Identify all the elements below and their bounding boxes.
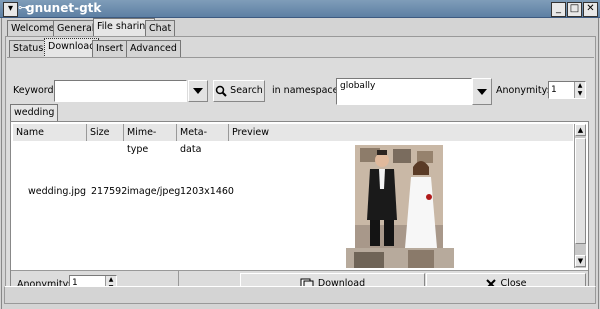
tab-status[interactable]: Status <box>9 40 48 57</box>
title-bar: ▾ ⊶ gnunet-gtk _ □ ✕ <box>0 0 600 18</box>
column-name[interactable]: Name <box>13 124 87 141</box>
spin-up-icon[interactable]: ▲ <box>575 82 585 90</box>
column-mime-type[interactable]: Mime-type <box>124 124 177 155</box>
close-window-button[interactable]: ✕ <box>583 2 598 17</box>
namespace-dropdown-button[interactable] <box>472 78 492 105</box>
window-title: gnunet-gtk <box>26 1 102 15</box>
keyword-label: Keyword: <box>13 85 57 96</box>
tab-chat[interactable]: Chat <box>145 20 176 37</box>
scroll-down-icon[interactable]: ▼ <box>575 255 586 267</box>
tab-insert[interactable]: Insert <box>92 40 128 57</box>
keyword-dropdown-button[interactable] <box>188 80 208 102</box>
scroll-up-icon[interactable]: ▲ <box>575 124 586 136</box>
status-bar <box>4 286 596 304</box>
chevron-down-icon <box>193 88 203 94</box>
results-area: Name Size Mime-type Meta-data Preview we… <box>10 121 589 298</box>
tab-label: Status <box>13 43 44 54</box>
tab-label: File sharing <box>97 21 152 32</box>
window-menu-icon[interactable]: ▾ <box>3 2 18 17</box>
results-table: Name Size Mime-type Meta-data Preview we… <box>13 124 573 268</box>
scroll-thumb[interactable] <box>575 138 586 244</box>
spin-down-icon[interactable]: ▼ <box>575 90 585 98</box>
anonymity-spin[interactable]: 1 ▲ ▼ <box>548 81 586 99</box>
tab-label: Download <box>48 41 96 52</box>
window-body: Welcome General File sharing Chat Status… <box>1 18 599 309</box>
column-meta-data[interactable]: Meta-data <box>177 124 229 155</box>
tab-label: Welcome <box>11 23 55 34</box>
anonymity-value: 1 <box>551 85 557 95</box>
minimize-button[interactable]: _ <box>551 2 566 17</box>
namespace-value: globally <box>340 81 376 91</box>
search-button[interactable]: Search <box>213 80 265 102</box>
results-scrollbar[interactable]: ▲ ▼ <box>574 124 586 268</box>
column-size[interactable]: Size <box>87 124 124 141</box>
preview-thumbnail <box>355 145 443 248</box>
table-row[interactable]: wedding.jpg 217592 image/jpeg 1203x1460 <box>13 141 573 268</box>
namespace-combo[interactable]: globally <box>336 78 472 105</box>
cell-name: wedding.jpg <box>28 186 87 197</box>
tab-label: wedding <box>14 107 55 118</box>
cell-mime: image/jpeg <box>127 186 181 197</box>
anonymity-spin-arrows[interactable]: ▲ ▼ <box>574 82 585 98</box>
tab-result-wedding[interactable]: wedding <box>10 104 59 121</box>
spin-up-icon[interactable]: ▲ <box>106 276 116 284</box>
table-header: Name Size Mime-type Meta-data Preview <box>13 124 573 155</box>
anonymity-label: Anonymity: <box>496 85 550 96</box>
maximize-button[interactable]: □ <box>567 2 582 17</box>
tab-general[interactable]: General <box>53 20 99 37</box>
tab-label: Advanced <box>130 43 177 54</box>
cell-size: 217592 <box>91 186 128 197</box>
search-icon <box>215 85 227 97</box>
column-preview[interactable]: Preview <box>229 124 573 141</box>
tab-download[interactable]: Download <box>44 38 100 58</box>
namespace-label: in namespace <box>272 85 339 96</box>
search-label: Search <box>230 85 263 96</box>
download-page: Keyword: Search in namespace globally An… <box>7 57 594 299</box>
tab-label: Insert <box>96 43 124 54</box>
chevron-down-icon <box>477 89 487 95</box>
file-sharing-panel: Status Download Insert Advanced Keyword:… <box>5 36 596 300</box>
keyword-input[interactable] <box>54 80 187 102</box>
tab-welcome[interactable]: Welcome <box>7 20 59 37</box>
tab-advanced[interactable]: Advanced <box>126 40 181 57</box>
tab-label: General <box>57 23 95 34</box>
tab-label: Chat <box>149 23 172 34</box>
cell-meta: 1203x1460 <box>180 186 234 197</box>
preview-thumbnail-partial <box>346 248 454 268</box>
